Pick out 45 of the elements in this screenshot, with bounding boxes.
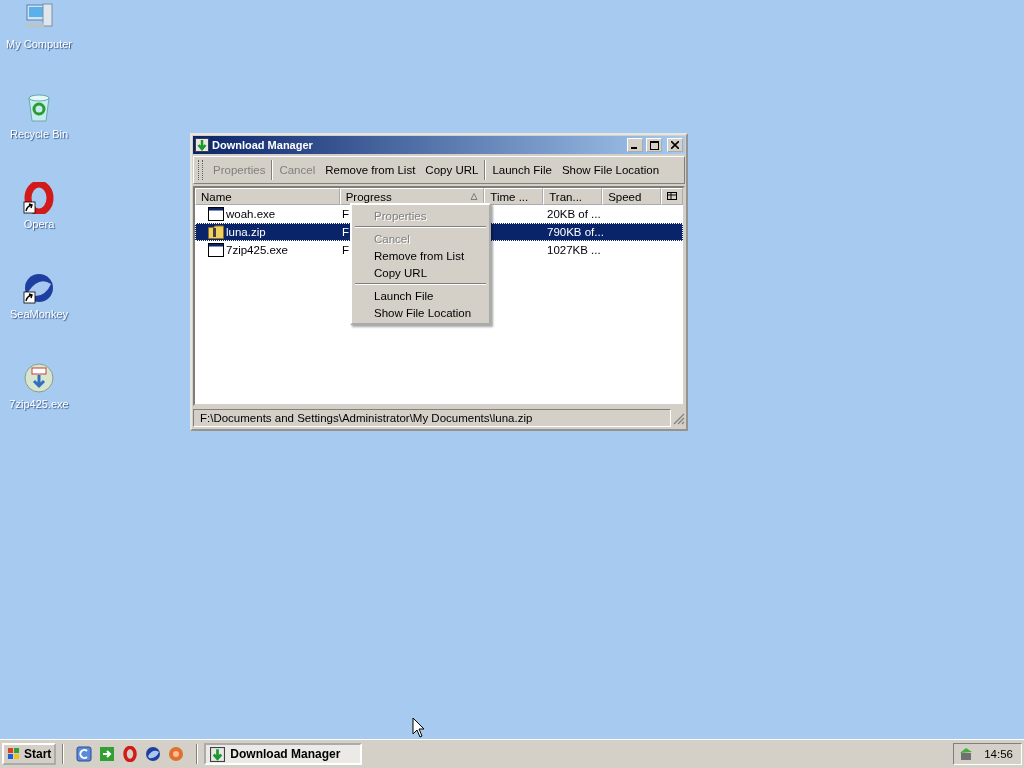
windows-flag-icon: [7, 747, 21, 761]
start-button[interactable]: Start: [2, 743, 57, 765]
download-arrow-icon: [210, 746, 226, 762]
transferred-text: 1027KB ...: [547, 244, 601, 256]
transferred-text: 20KB of ...: [547, 208, 601, 220]
column-header[interactable]: Tran...: [543, 188, 603, 205]
progress-text: F: [342, 226, 350, 238]
file-name[interactable]: 7zip425.exe: [226, 244, 289, 256]
status-bar: F:\Documents and Settings\Administrator\My Documents\luna.zip: [193, 409, 671, 427]
progress-text: F: [342, 244, 350, 256]
opera-quick-launch-icon[interactable]: [122, 746, 139, 762]
transferred-text: 790KB of...: [547, 226, 604, 238]
column-header[interactable]: Speed: [602, 188, 661, 205]
progress-text: F: [342, 208, 350, 220]
minimize-button[interactable]: [627, 138, 643, 152]
zip-folder-icon: [208, 225, 224, 239]
window-file-icon: [208, 243, 224, 257]
sort-arrow-icon: [470, 193, 479, 200]
window-file-icon: [208, 207, 224, 221]
resize-grip-icon[interactable]: [671, 411, 685, 425]
menu-item[interactable]: Remove from List: [354, 247, 487, 264]
column-picker-icon: [667, 191, 677, 202]
seamonkey-quick-launch-icon[interactable]: [145, 746, 162, 762]
file-name[interactable]: woah.exe: [226, 208, 276, 220]
toolbar-button[interactable]: Copy URL: [425, 164, 479, 176]
window-title: Download Manager: [212, 139, 314, 151]
column-header[interactable]: Time ...: [484, 188, 544, 205]
taskbar-button[interactable]: Download Manager: [204, 743, 363, 765]
toolbar-button[interactable]: Remove from List: [325, 164, 416, 176]
close-icon: [671, 141, 679, 149]
menu-item[interactable]: Launch File: [354, 287, 487, 304]
toolbar-button[interactable]: Show File Location: [561, 164, 660, 176]
file-name[interactable]: luna.zip: [226, 226, 266, 238]
download-arrow-icon: [195, 138, 209, 152]
close-button[interactable]: [667, 138, 683, 152]
maximize-button[interactable]: [646, 138, 662, 152]
arrow-quick-launch-icon[interactable]: [99, 746, 116, 762]
clock: 14:56: [984, 748, 1013, 760]
menu-item[interactable]: Copy URL: [354, 264, 487, 281]
toolbar-button[interactable]: Launch File: [492, 164, 552, 176]
desktop-quick-launch-icon[interactable]: [76, 746, 93, 762]
column-header[interactable]: Name: [195, 188, 340, 205]
menu-item[interactable]: Show File Location: [354, 304, 487, 321]
column-picker-button[interactable]: [661, 188, 683, 205]
maximize-icon: [649, 140, 659, 150]
